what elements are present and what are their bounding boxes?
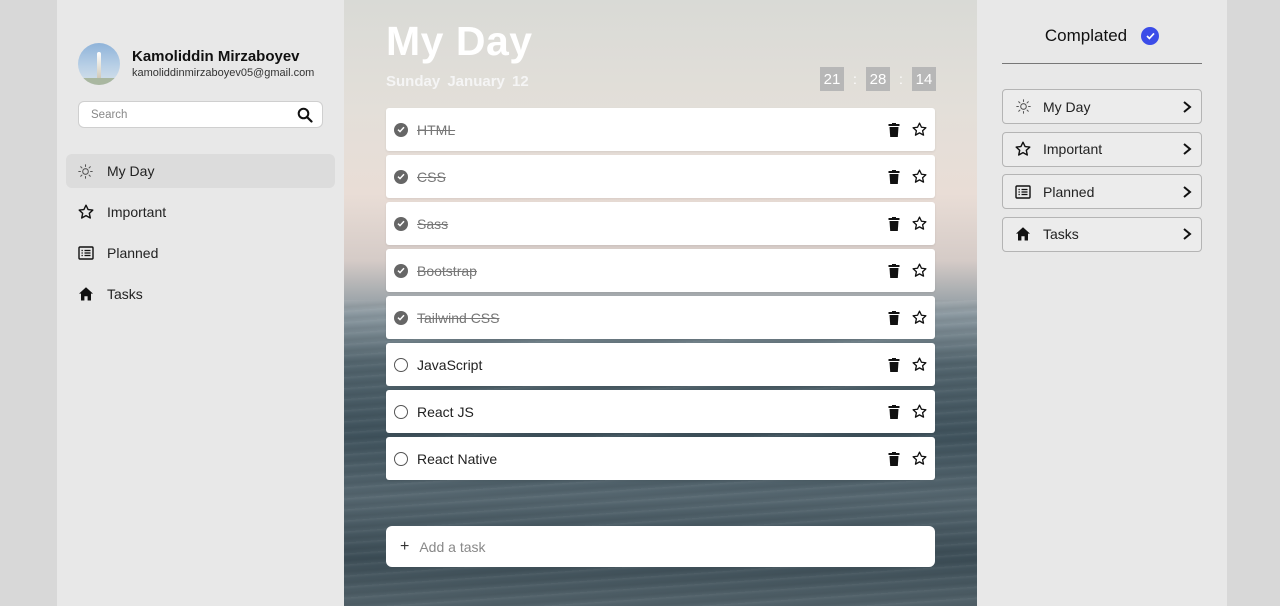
sidebar-item-label: My Day [107, 163, 155, 179]
completed-item-planned[interactable]: Planned [1002, 174, 1202, 209]
sidebar-nav: My Day Important Planned Tasks [66, 154, 335, 318]
check-badge-icon [1141, 27, 1160, 45]
avatar[interactable] [78, 43, 120, 85]
clock-hours: 21 [820, 67, 844, 91]
trash-icon[interactable] [886, 122, 902, 138]
task-item[interactable]: React JS [386, 390, 935, 433]
trash-icon[interactable] [886, 169, 902, 185]
task-item[interactable]: CSS [386, 155, 935, 198]
search-box [78, 101, 323, 128]
circle-icon[interactable] [394, 451, 408, 466]
list-icon [1015, 184, 1031, 200]
completed-header: Complated [1002, 24, 1202, 64]
add-task-input[interactable] [419, 538, 935, 555]
task-title: Tailwind CSS [417, 309, 500, 326]
star-icon[interactable] [911, 216, 927, 232]
task-title: CSS [417, 168, 446, 185]
star-icon[interactable] [911, 357, 927, 373]
sidebar-item-tasks[interactable]: Tasks [66, 277, 335, 311]
chevron-right-icon [1181, 185, 1193, 199]
sidebar-item-planned[interactable]: Planned [66, 236, 335, 270]
list-icon [77, 245, 94, 262]
task-item[interactable]: JavaScript [386, 343, 935, 386]
completed-list: My Day Important Planned Tasks [1002, 89, 1202, 259]
star-icon[interactable] [911, 169, 927, 185]
sidebar-item-label: Important [107, 204, 167, 220]
trash-icon[interactable] [886, 216, 902, 232]
plus-icon[interactable]: + [400, 538, 409, 556]
right-gutter [1227, 0, 1280, 606]
task-item[interactable]: Sass [386, 202, 935, 245]
left-gutter [0, 0, 57, 606]
chevron-right-icon [1181, 142, 1193, 156]
task-title: HTML [417, 121, 456, 138]
avatar-ground [78, 78, 120, 85]
star-icon [77, 204, 94, 221]
page-title: My Day [386, 18, 533, 64]
trash-icon[interactable] [886, 310, 902, 326]
completed-panel: Complated My Day Important Planned Tasks [977, 0, 1227, 606]
clock-separator: : [899, 71, 903, 87]
user-profile[interactable]: Kamoliddin Mirzaboyev kamoliddinmirzaboy… [78, 43, 314, 85]
add-task-bar: + [386, 526, 935, 567]
circle-icon[interactable] [394, 404, 408, 419]
chevron-right-icon [1181, 227, 1193, 241]
clock: 21 : 28 : 14 [820, 67, 936, 91]
task-title: Sass [417, 215, 449, 232]
search-icon[interactable] [297, 107, 313, 123]
completed-item-label: Planned [1043, 183, 1095, 200]
main-panel: My Day Sunday January 12 21 : 28 : 14 HT… [344, 0, 977, 606]
task-item[interactable]: Bootstrap [386, 249, 935, 292]
check-circle-icon[interactable] [394, 169, 408, 184]
star-icon[interactable] [911, 263, 927, 279]
sidebar-item-my-day[interactable]: My Day [66, 154, 335, 188]
date-label: Sunday January 12 [386, 73, 529, 90]
completed-title: Complated [1044, 26, 1128, 45]
task-title: React Native [417, 450, 498, 467]
clock-seconds: 14 [912, 67, 936, 91]
completed-item-my-day[interactable]: My Day [1002, 89, 1202, 124]
profile-text: Kamoliddin Mirzaboyev kamoliddinmirzaboy… [132, 48, 314, 80]
task-item[interactable]: React Native [386, 437, 935, 480]
trash-icon[interactable] [886, 263, 902, 279]
sidebar-item-label: Planned [107, 245, 159, 261]
check-circle-icon[interactable] [394, 263, 408, 278]
user-email: kamoliddinmirzaboyev05@gmail.com [132, 67, 315, 79]
search-input[interactable] [91, 108, 297, 121]
trash-icon[interactable] [886, 404, 902, 420]
home-icon [77, 286, 94, 303]
sun-icon [77, 163, 94, 180]
clock-minutes: 28 [866, 67, 890, 91]
task-list: HTML CSS Sass Bootstrap Tailwind CSS Jav… [386, 108, 935, 484]
sun-icon [1015, 99, 1031, 115]
task-title: Bootstrap [417, 262, 477, 279]
chevron-right-icon [1181, 100, 1193, 114]
check-circle-icon[interactable] [394, 310, 408, 325]
task-title: JavaScript [417, 356, 483, 373]
task-item[interactable]: HTML [386, 108, 935, 151]
trash-icon[interactable] [886, 451, 902, 467]
completed-item-label: My Day [1043, 98, 1091, 115]
clock-separator: : [853, 71, 857, 87]
star-icon[interactable] [911, 310, 927, 326]
trash-icon[interactable] [886, 357, 902, 373]
task-title: React JS [417, 403, 474, 420]
completed-item-label: Important [1043, 141, 1103, 157]
task-item[interactable]: Tailwind CSS [386, 296, 935, 339]
completed-item-label: Tasks [1043, 226, 1079, 242]
completed-item-tasks[interactable]: Tasks [1002, 216, 1202, 252]
star-icon [1015, 141, 1031, 157]
home-icon [1015, 226, 1031, 242]
sidebar-item-label: Tasks [107, 286, 143, 302]
circle-icon[interactable] [394, 357, 408, 372]
check-circle-icon[interactable] [394, 216, 408, 231]
completed-item-important[interactable]: Important [1002, 131, 1202, 167]
check-circle-icon[interactable] [394, 122, 408, 137]
star-icon[interactable] [911, 122, 927, 138]
star-icon[interactable] [911, 451, 927, 467]
sidebar: Kamoliddin Mirzaboyev kamoliddinmirzaboy… [57, 0, 344, 606]
user-name: Kamoliddin Mirzaboyev [132, 48, 300, 65]
sidebar-item-important[interactable]: Important [66, 195, 335, 229]
star-icon[interactable] [911, 404, 927, 420]
